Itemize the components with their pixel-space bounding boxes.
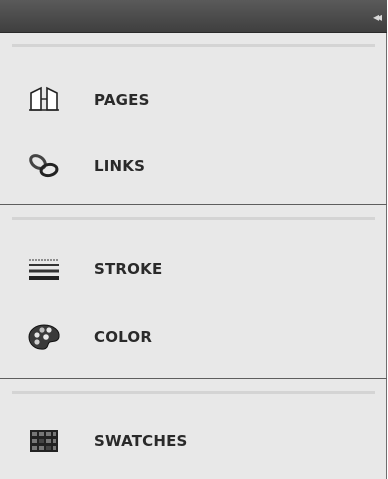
panel-group-pages-links: PAGES LINKS — [0, 33, 387, 205]
panel-button-label: STROKE — [94, 260, 163, 278]
panel-button-label: PAGES — [94, 91, 150, 109]
panel-button-label: SWATCHES — [94, 432, 188, 450]
panel-button-swatches[interactable]: SWATCHES — [0, 411, 386, 471]
collapsed-panel-dock: ◂◂ PAGES LINKS STROKE COLOR SWATCHES — [0, 0, 387, 479]
group-drag-grip[interactable] — [12, 44, 375, 47]
panel-group-swatches: SWATCHES — [0, 380, 387, 479]
panel-button-label: COLOR — [94, 328, 153, 346]
pages-icon — [27, 84, 61, 116]
stroke-icon — [27, 253, 61, 285]
panel-button-label: LINKS — [94, 157, 146, 175]
panel-button-links[interactable]: LINKS — [0, 136, 386, 196]
group-drag-grip[interactable] — [12, 217, 375, 220]
panel-titlebar: ◂◂ — [0, 0, 387, 33]
panel-button-stroke[interactable]: STROKE — [0, 239, 386, 299]
links-icon — [27, 150, 61, 182]
group-drag-grip[interactable] — [12, 391, 375, 394]
color-palette-icon — [27, 321, 61, 353]
panel-button-pages[interactable]: PAGES — [0, 70, 386, 130]
panel-button-color[interactable]: COLOR — [0, 307, 386, 367]
collapse-arrows-icon[interactable]: ◂◂ — [367, 9, 385, 25]
swatches-icon — [27, 425, 61, 457]
panel-group-stroke-color: STROKE COLOR — [0, 206, 387, 379]
